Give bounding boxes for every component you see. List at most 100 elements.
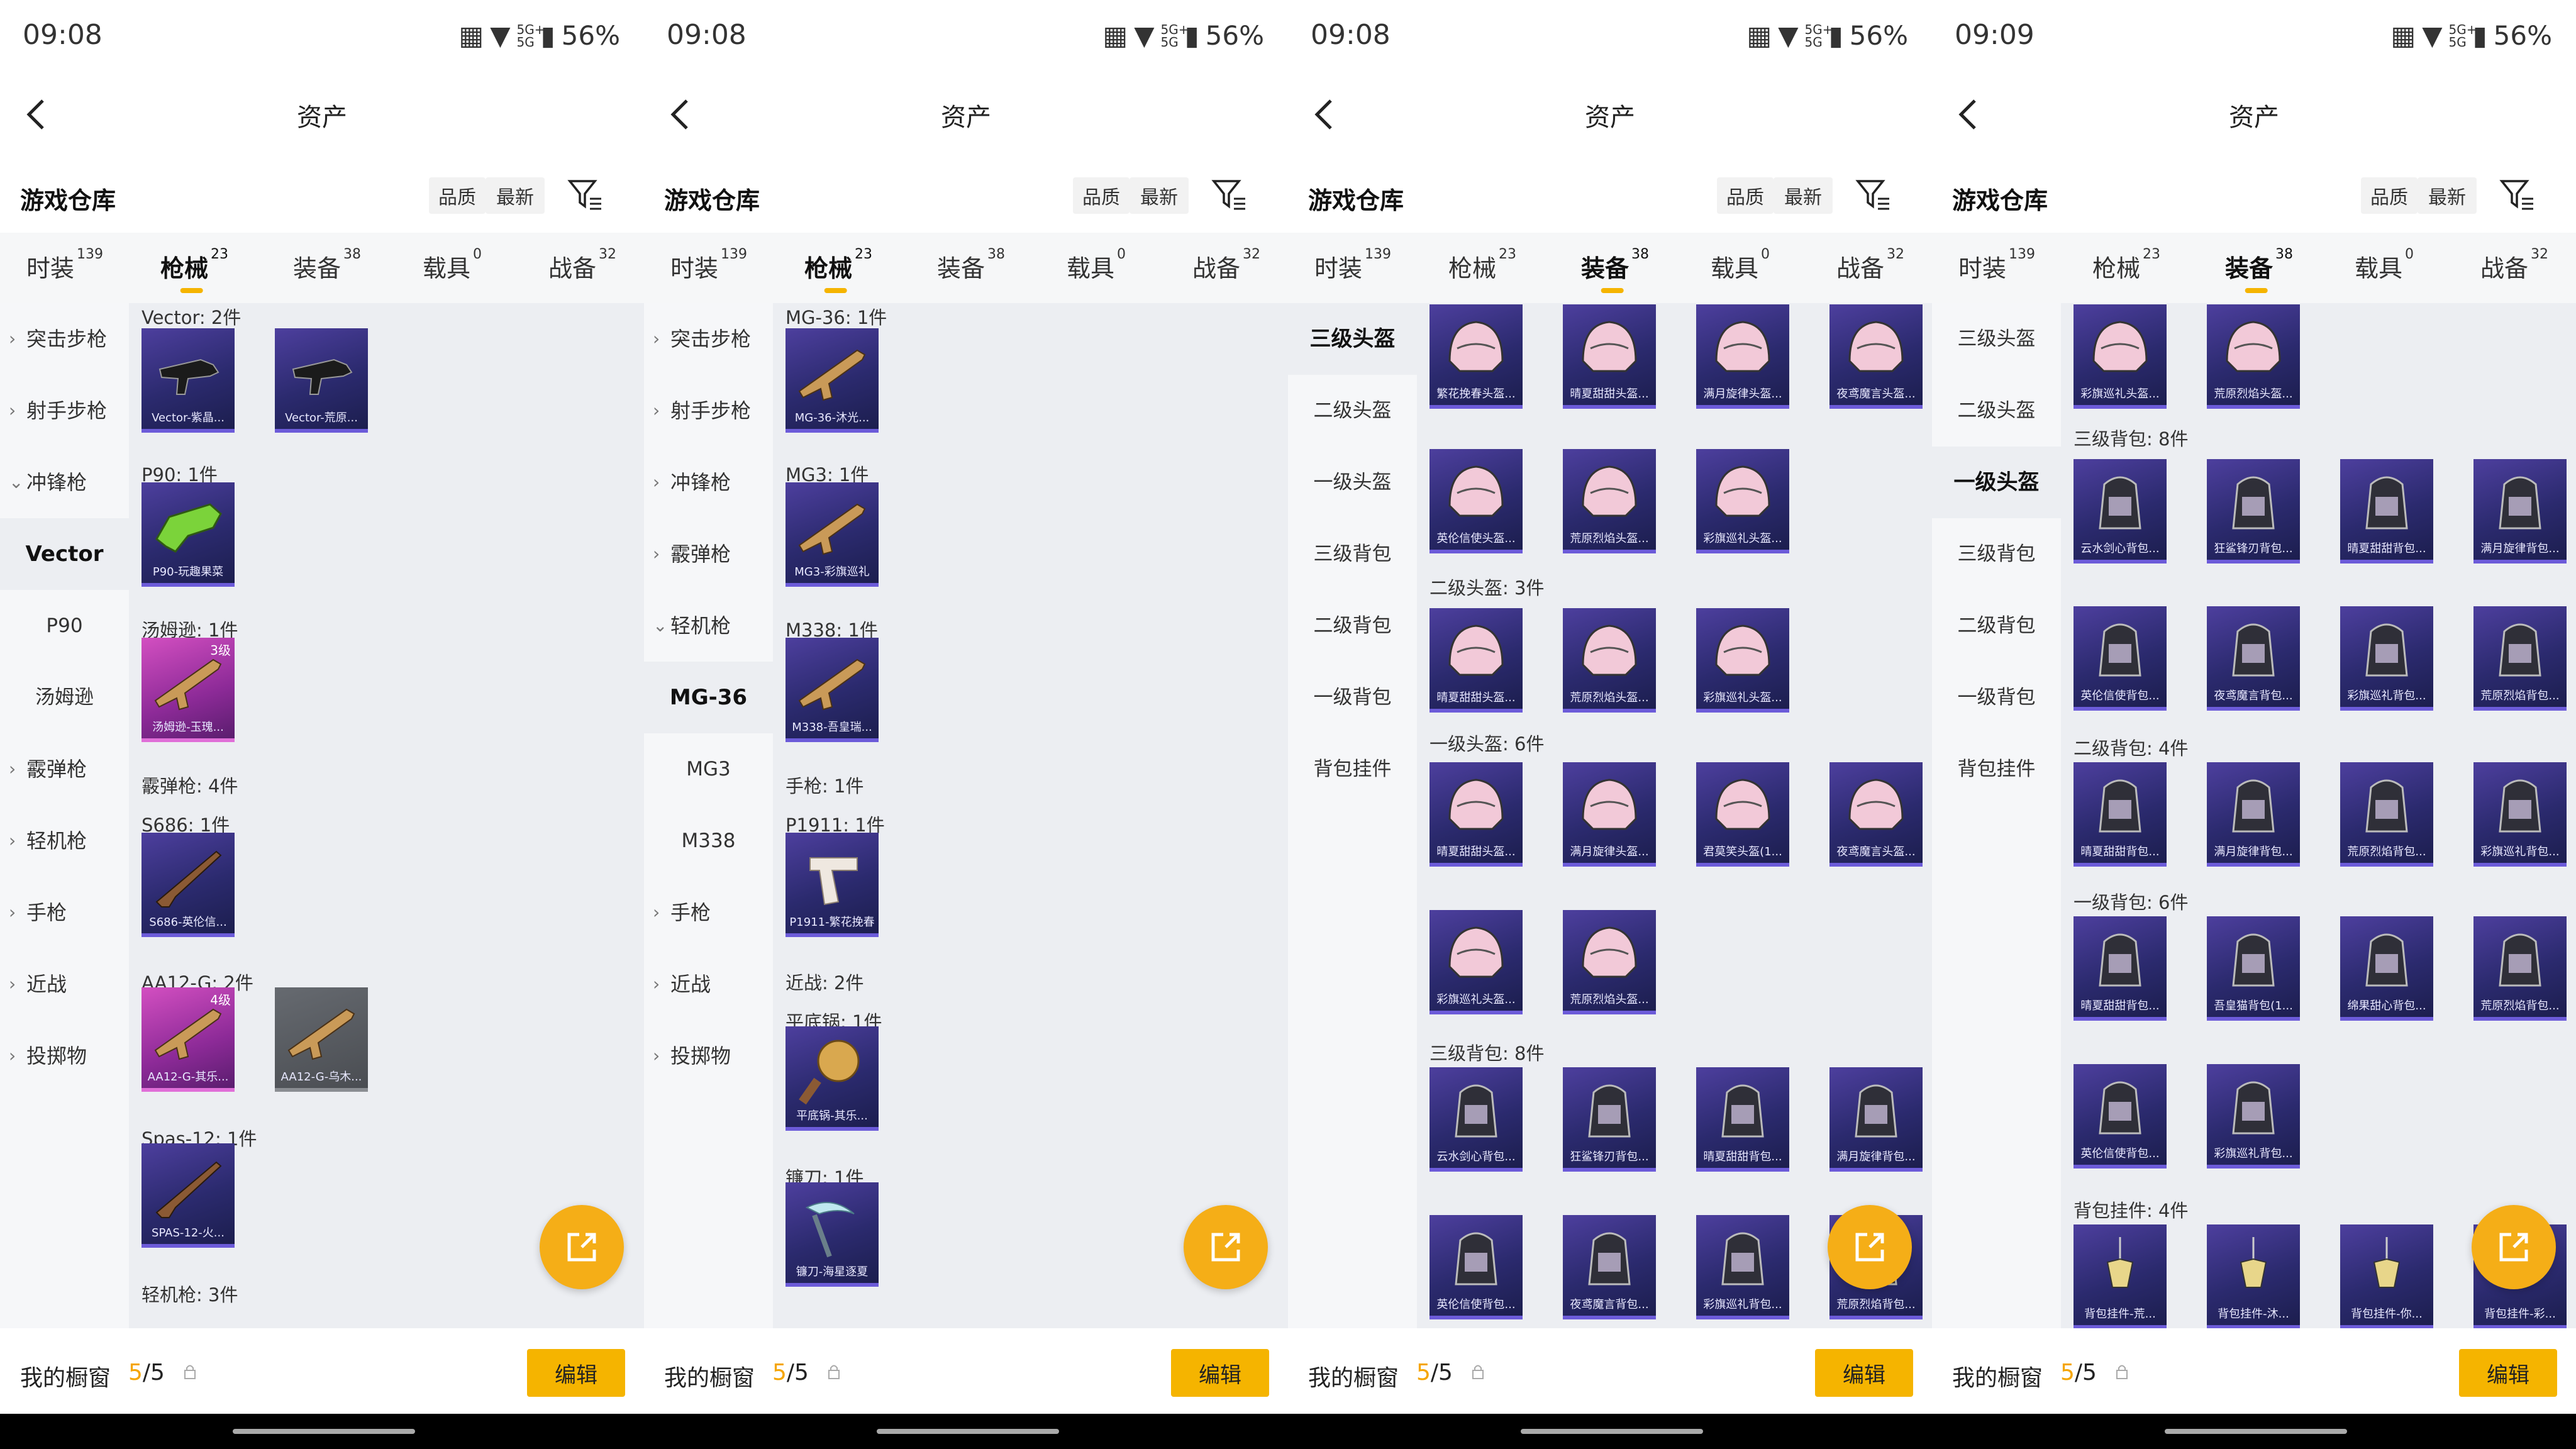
sidebar-item[interactable]: MG3: [644, 733, 773, 805]
filter-button[interactable]: [566, 176, 604, 214]
item-card[interactable]: 满月旋律头盔...: [1563, 762, 1656, 867]
edit-button[interactable]: 编辑: [2459, 1349, 2557, 1397]
sort-latest-button[interactable]: 最新: [1130, 177, 1189, 214]
sidebar-item[interactable]: › 霰弹枪: [0, 733, 129, 805]
item-card[interactable]: 夜鸢魔言头盔...: [1829, 304, 1923, 409]
sort-latest-button[interactable]: 最新: [2418, 177, 2477, 214]
item-card[interactable]: 晴夏甜甜头盔...: [1430, 608, 1523, 713]
item-card[interactable]: SPAS-12-火...: [142, 1143, 235, 1248]
item-card[interactable]: 英伦信使背包...: [2074, 1064, 2167, 1169]
sidebar-item[interactable]: 二级头盔: [1288, 375, 1417, 447]
sidebar-item[interactable]: Vector: [0, 518, 129, 590]
item-card[interactable]: 夜鸢魔言背包...: [1563, 1215, 1656, 1319]
item-card[interactable]: 晴夏甜甜背包...: [2074, 762, 2167, 867]
item-card[interactable]: 彩旗巡礼头盔...: [2074, 304, 2167, 409]
item-card[interactable]: 满月旋律背包...: [2207, 762, 2300, 867]
item-card[interactable]: 满月旋律头盔...: [1696, 304, 1789, 409]
item-card[interactable]: M338-吾皇瑞...: [786, 638, 879, 742]
home-gesture-bar[interactable]: [2165, 1429, 2347, 1434]
item-card[interactable]: 英伦信使背包...: [1430, 1215, 1523, 1319]
filter-button[interactable]: [1210, 176, 1248, 214]
item-card[interactable]: 3级 汤姆逊-玉瑰...: [142, 638, 235, 742]
sidebar-item[interactable]: 一级头盔: [1288, 447, 1417, 518]
sidebar-item[interactable]: 二级背包: [1288, 590, 1417, 662]
item-card[interactable]: 彩旗巡礼背包...: [2340, 606, 2433, 711]
item-card[interactable]: 云水剑心背包...: [2074, 459, 2167, 564]
item-card[interactable]: 彩旗巡礼头盔...: [1696, 608, 1789, 713]
tab-2[interactable]: 装备38: [293, 247, 361, 284]
sidebar-item[interactable]: 汤姆逊: [0, 662, 129, 733]
item-card[interactable]: 荒原烈焰头盔...: [2207, 304, 2300, 409]
item-card[interactable]: 晴夏甜甜背包...: [1696, 1067, 1789, 1172]
tab-1[interactable]: 枪械23: [160, 247, 228, 293]
sidebar-item[interactable]: › 射手步枪: [644, 375, 773, 447]
tab-1[interactable]: 枪械23: [2092, 247, 2160, 284]
item-card[interactable]: 彩旗巡礼背包...: [1696, 1215, 1789, 1319]
sidebar-item[interactable]: › 近战: [644, 948, 773, 1020]
item-card[interactable]: 背包挂件-你...: [2340, 1224, 2433, 1328]
item-card[interactable]: 背包挂件-荒...: [2074, 1224, 2167, 1328]
sort-latest-button[interactable]: 最新: [1774, 177, 1833, 214]
home-gesture-bar[interactable]: [233, 1429, 415, 1434]
item-card[interactable]: 满月旋律背包...: [2473, 459, 2567, 564]
item-card[interactable]: 英伦信使头盔...: [1430, 449, 1523, 553]
item-card[interactable]: 云水剑心背包...: [1430, 1067, 1523, 1172]
sidebar-item[interactable]: ⌄ 冲锋枪: [0, 447, 129, 518]
tab-0[interactable]: 时装139: [26, 247, 103, 284]
item-card[interactable]: 背包挂件-沐...: [2207, 1224, 2300, 1328]
sidebar-item[interactable]: 三级背包: [1288, 518, 1417, 590]
tab-4[interactable]: 战备32: [2480, 247, 2548, 284]
share-button[interactable]: [1828, 1205, 1912, 1289]
sidebar-item[interactable]: ⌄ 轻机枪: [644, 590, 773, 662]
item-card[interactable]: 晴夏甜甜头盔...: [1430, 762, 1523, 867]
tab-2[interactable]: 装备38: [1581, 247, 1649, 293]
sidebar-item[interactable]: 三级头盔: [1932, 303, 2061, 375]
item-card[interactable]: P1911-繁花挽春: [786, 833, 879, 937]
filter-button[interactable]: [2498, 176, 2536, 214]
item-card[interactable]: 满月旋律背包...: [1829, 1067, 1923, 1172]
item-card[interactable]: 平底锅-其乐...: [786, 1026, 879, 1131]
item-card[interactable]: 镰刀-海星逐夏: [786, 1182, 879, 1287]
edit-button[interactable]: 编辑: [1815, 1349, 1913, 1397]
tab-0[interactable]: 时装139: [1958, 247, 2035, 284]
item-card[interactable]: 晴夏甜甜头盔...: [1563, 304, 1656, 409]
sidebar-item[interactable]: 二级头盔: [1932, 375, 2061, 447]
sidebar-item[interactable]: 一级头盔: [1932, 447, 2061, 518]
tab-4[interactable]: 战备32: [1836, 247, 1904, 284]
tab-3[interactable]: 载具0: [423, 247, 482, 284]
item-card[interactable]: 狂鲨锋刃背包...: [2207, 459, 2300, 564]
sidebar-item[interactable]: 背包挂件: [1932, 733, 2061, 805]
item-card[interactable]: MG3-彩旗巡礼: [786, 482, 879, 587]
tab-2[interactable]: 装备38: [937, 247, 1005, 284]
tab-2[interactable]: 装备38: [2225, 247, 2293, 293]
sidebar-item[interactable]: 背包挂件: [1288, 733, 1417, 805]
share-button[interactable]: [2472, 1205, 2556, 1289]
item-card[interactable]: 彩旗巡礼背包...: [2473, 762, 2567, 867]
item-card[interactable]: 荒原烈焰头盔...: [1563, 449, 1656, 553]
share-button[interactable]: [540, 1205, 624, 1289]
item-card[interactable]: 荒原烈焰头盔...: [1563, 910, 1656, 1014]
item-card[interactable]: 吾皇猫背包(1...: [2207, 916, 2300, 1021]
tab-1[interactable]: 枪械23: [804, 247, 872, 293]
item-card[interactable]: 夜鸢魔言头盔...: [1829, 762, 1923, 867]
sidebar-item[interactable]: › 投掷物: [0, 1020, 129, 1092]
sidebar-item[interactable]: 一级背包: [1288, 662, 1417, 733]
sort-quality-button[interactable]: 品质: [1717, 177, 1774, 214]
sidebar-item[interactable]: 三级头盔: [1288, 303, 1417, 375]
item-card[interactable]: MG-36-沐光...: [786, 328, 879, 433]
sidebar-item[interactable]: › 冲锋枪: [644, 447, 773, 518]
sidebar-item[interactable]: › 投掷物: [644, 1020, 773, 1092]
item-card[interactable]: 荒原烈焰背包...: [2473, 606, 2567, 711]
tab-4[interactable]: 战备32: [548, 247, 616, 284]
item-card[interactable]: 彩旗巡礼头盔...: [1696, 449, 1789, 553]
sidebar-item[interactable]: › 霰弹枪: [644, 518, 773, 590]
item-card[interactable]: P90-玩趣果菜: [142, 482, 235, 587]
item-card[interactable]: AA12-G-乌木...: [275, 987, 368, 1092]
tab-3[interactable]: 载具0: [2355, 247, 2414, 284]
item-card[interactable]: 晴夏甜甜背包...: [2340, 459, 2433, 564]
tab-0[interactable]: 时装139: [1314, 247, 1391, 284]
sort-quality-button[interactable]: 品质: [2361, 177, 2418, 214]
sidebar-item[interactable]: P90: [0, 590, 129, 662]
item-card[interactable]: Vector-荒原...: [275, 328, 368, 433]
filter-button[interactable]: [1854, 176, 1892, 214]
